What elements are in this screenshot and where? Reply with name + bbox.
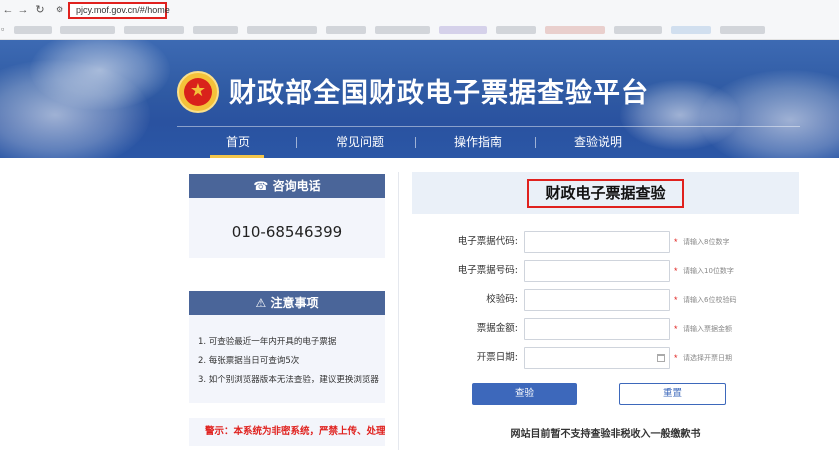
required-mark: * <box>674 295 678 305</box>
field-hint: 请选择开票日期 <box>683 354 732 362</box>
field-label-checkcode: 校验码: <box>486 294 518 305</box>
phone-icon: ☎ <box>253 179 269 193</box>
bookmark-item[interactable] <box>326 26 366 34</box>
contact-heading: 咨询电话 <box>272 179 321 193</box>
bookmark-item[interactable] <box>124 26 184 34</box>
required-mark: * <box>674 324 678 334</box>
security-warning: 警示：本系统为非密系统，严禁上传、处理涉密信息 <box>189 418 385 446</box>
field-label-number: 电子票据号码: <box>457 265 518 276</box>
url-bar[interactable]: pjcy.mof.gov.cn/#/home <box>68 2 170 19</box>
back-arrow-icon[interactable]: ← <box>2 3 14 17</box>
national-emblem-logo: ★ <box>177 71 219 113</box>
reload-icon[interactable]: ↻ <box>34 3 46 17</box>
query-button[interactable]: 查验 <box>472 383 577 405</box>
bookmark-item[interactable] <box>375 26 430 34</box>
field-hint: 请输入8位数字 <box>683 238 730 246</box>
nav-active-indicator <box>210 155 264 158</box>
bookmark-item[interactable] <box>614 26 662 34</box>
nav-guide[interactable]: 操作指南 <box>454 134 502 150</box>
bookmark-item[interactable] <box>14 26 52 34</box>
contact-phone: 010-68546399 <box>231 223 343 241</box>
bookmark-item[interactable] <box>496 26 536 34</box>
notice-item: 1. 可查验最近一年内开具的电子票据 <box>198 337 337 347</box>
bookmark-item[interactable] <box>545 26 605 34</box>
calendar-icon[interactable] <box>657 354 665 362</box>
bookmarks-bar: ▫ <box>0 21 839 40</box>
nav-separator <box>296 137 297 148</box>
field-hint: 请输入6位校验码 <box>683 296 737 304</box>
form-title: 财政电子票据查验 <box>527 179 684 208</box>
bill-code-input[interactable] <box>524 231 670 253</box>
bookmark-item[interactable] <box>60 26 115 34</box>
forward-arrow-icon[interactable]: → <box>17 3 29 17</box>
bookmark-item[interactable] <box>439 26 487 34</box>
bill-number-input[interactable] <box>524 260 670 282</box>
bookmark-item[interactable] <box>720 26 765 34</box>
nav-divider <box>177 126 800 127</box>
nav-faq[interactable]: 常见问题 <box>336 134 384 150</box>
contact-panel-header: ☎ 咨询电话 <box>189 174 385 198</box>
bookmark-item[interactable] <box>247 26 317 34</box>
reset-button[interactable]: 重置 <box>619 383 726 405</box>
site-settings-icon[interactable]: ⚙ <box>56 5 66 15</box>
field-label-date: 开票日期: <box>476 352 518 363</box>
required-mark: * <box>674 353 678 363</box>
amount-input[interactable] <box>524 318 670 340</box>
notice-heading: 注意事项 <box>270 296 319 310</box>
bookmark-item[interactable] <box>193 26 238 34</box>
nav-separator <box>415 137 416 148</box>
browser-toolbar: ← → ↻ ⚙ pjcy.mof.gov.cn/#/home <box>0 0 839 21</box>
field-label-amount: 票据金额: <box>476 323 518 334</box>
nav-separator <box>535 137 536 148</box>
notice-item: 3. 如个别浏览器版本无法查验，建议更换浏览器 <box>198 375 379 385</box>
field-hint: 请输入10位数字 <box>683 267 734 275</box>
notice-panel-header: ⚠ 注意事项 <box>189 291 385 315</box>
bookmark-folder-icon[interactable]: ▫ <box>1 24 4 34</box>
issue-date-input[interactable] <box>524 347 670 369</box>
required-mark: * <box>674 237 678 247</box>
site-title: 财政部全国财政电子票据查验平台 <box>229 78 649 109</box>
field-label-code: 电子票据代码: <box>457 236 518 247</box>
field-hint: 请输入票据金额 <box>683 325 732 333</box>
nav-home[interactable]: 首页 <box>226 134 250 150</box>
warning-icon: ⚠ <box>255 296 267 310</box>
nav-instructions[interactable]: 查验说明 <box>574 134 622 150</box>
required-mark: * <box>674 266 678 276</box>
notice-item: 2. 每张票据当日可查询5次 <box>198 356 300 366</box>
column-divider <box>398 172 399 450</box>
unsupported-notice: 网站目前暂不支持查验非税收入一般缴款书 <box>510 429 701 440</box>
bookmark-item[interactable] <box>671 26 711 34</box>
check-code-input[interactable] <box>524 289 670 311</box>
